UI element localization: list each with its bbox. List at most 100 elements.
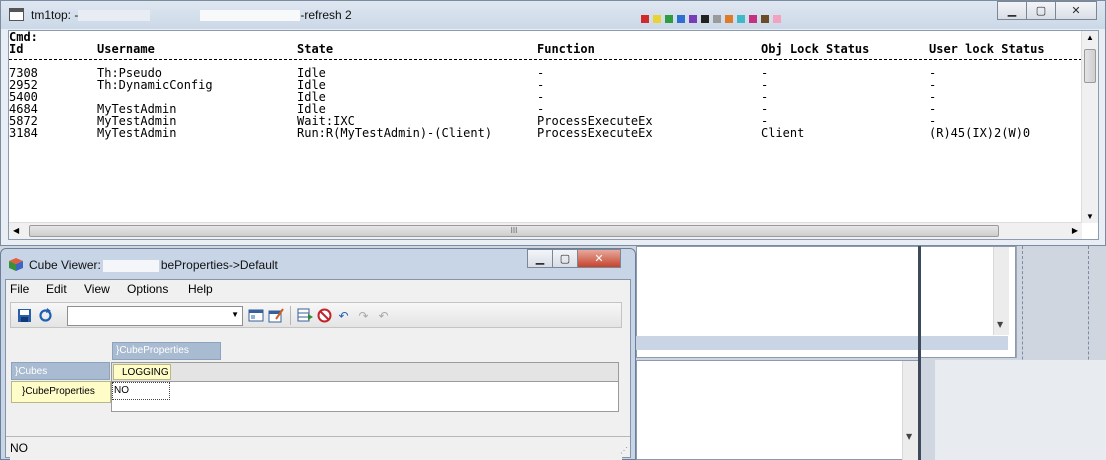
- subset-editor-button[interactable]: [267, 307, 284, 324]
- redo-icon: ↷: [358, 308, 369, 323]
- window-controls: ▁ ▢ ✕: [527, 249, 621, 268]
- maximize-button[interactable]: ▢: [552, 249, 578, 268]
- cell-user-lock: (R)45(IX)2(W)0: [929, 126, 1031, 140]
- minimize-icon: ▁: [535, 252, 545, 265]
- table-header: Id Username State Function Obj Lock Stat…: [9, 43, 1082, 55]
- vertical-scrollbar[interactable]: ▲ ▼: [1081, 31, 1098, 223]
- color-swatch: [689, 15, 697, 23]
- color-swatch: [737, 15, 745, 23]
- subset-edit-icon: [268, 308, 284, 323]
- background-divider: [918, 246, 921, 460]
- cell-state: Run:R(MyTestAdmin)-(Client): [297, 126, 493, 140]
- recalculate-button[interactable]: [37, 307, 54, 324]
- close-icon: ✕: [594, 252, 604, 265]
- scroll-thumb[interactable]: III: [29, 225, 999, 237]
- save-icon: [18, 309, 31, 322]
- background-scroll-arrow: ▼: [906, 432, 913, 441]
- menu-bar: File Edit View Options Help: [6, 280, 630, 299]
- menu-edit[interactable]: Edit: [46, 282, 67, 296]
- redo-all-icon: ↶: [378, 308, 389, 323]
- export-button[interactable]: [296, 307, 313, 324]
- window-title: tm1top: - -refresh 2: [31, 8, 352, 22]
- redo-all-button[interactable]: ↶: [375, 307, 392, 324]
- scroll-left-icon[interactable]: ◀: [13, 226, 19, 235]
- row-element-header[interactable]: }CubeProperties: [11, 381, 111, 403]
- maximize-icon: ▢: [559, 252, 571, 265]
- scroll-down-icon[interactable]: ▼: [1086, 212, 1094, 221]
- view-selector[interactable]: ▼: [67, 306, 243, 326]
- menu-file[interactable]: File: [10, 282, 29, 296]
- menu-help[interactable]: Help: [188, 282, 213, 296]
- data-cell[interactable]: NO: [112, 382, 170, 400]
- data-grid: NO: [111, 382, 619, 412]
- background-window-strip: [636, 336, 1008, 350]
- scroll-up-icon[interactable]: ▲: [1086, 33, 1094, 42]
- color-swatch: [773, 15, 781, 23]
- cell-obj-lock: Client: [761, 126, 805, 140]
- cell-id: 3184: [9, 126, 38, 140]
- toolbar: ▼ ↶ ↷ ↶: [10, 302, 622, 328]
- color-swatch: [701, 15, 709, 23]
- minimize-icon: ▁: [1007, 4, 1017, 17]
- cell-function: ProcessExecuteEx: [537, 126, 653, 140]
- export-grid-icon: [297, 308, 313, 322]
- color-swatch: [665, 15, 673, 23]
- cube-viewer-client: File Edit View Options Help ▼ ↶ ↷ ↶}Cub…: [5, 279, 631, 460]
- background-scroll-arrow: ▼: [997, 320, 1004, 329]
- cube-viewer-window: Cube Viewer: beProperties->Default ▁ ▢ ✕ …: [0, 248, 636, 460]
- background-scrollbar: [902, 361, 918, 460]
- titles-dimension-button[interactable]: }CubeProperties: [112, 342, 221, 360]
- color-swatch: [677, 15, 685, 23]
- chevron-down-icon: ▼: [231, 310, 239, 319]
- rows-dimension-button[interactable]: }Cubes: [11, 362, 110, 380]
- header-separator: [9, 59, 1082, 60]
- column-header-id: Id: [9, 42, 24, 56]
- column-header-username: Username: [97, 42, 155, 56]
- color-swatch: [749, 15, 757, 23]
- close-button[interactable]: ✕: [1055, 1, 1097, 20]
- refresh-icon: [39, 308, 52, 322]
- window-title: Cube Viewer: beProperties->Default: [29, 258, 278, 272]
- toolbar-separator: [290, 306, 291, 325]
- horizontal-scrollbar[interactable]: ◀ III ▶: [9, 222, 1082, 239]
- cell-username: Th:DynamicConfig: [97, 78, 213, 92]
- maximize-button[interactable]: ▢: [1026, 1, 1056, 20]
- undo-button[interactable]: ↶: [335, 307, 352, 324]
- window-controls: ▁ ▢ ✕: [997, 1, 1097, 20]
- table-row: 2952 Th:DynamicConfig Idle - - -: [9, 79, 1082, 91]
- console-output: Cmd: Id Username State Function Obj Lock…: [8, 30, 1099, 240]
- column-header-bar: LOGGING: [111, 362, 619, 382]
- cube-icon: [9, 258, 23, 271]
- background-divider: [1016, 246, 1017, 358]
- title-bar: tm1top: - -refresh 2 ▁ ▢ ✕: [1, 1, 1105, 29]
- background-window: [636, 360, 918, 460]
- close-button[interactable]: ✕: [577, 249, 621, 268]
- scroll-right-icon[interactable]: ▶: [1072, 226, 1078, 235]
- column-header-user-lock-status: User lock Status: [929, 42, 1045, 56]
- resize-grip-icon[interactable]: ⋰: [620, 446, 628, 455]
- column-element-header[interactable]: LOGGING: [113, 364, 171, 380]
- table-row: 3184 MyTestAdmin Run:R(MyTestAdmin)-(Cli…: [9, 127, 1082, 139]
- status-text: NO: [10, 441, 28, 455]
- status-bar: NO ⋰: [6, 436, 630, 457]
- column-header-function: Function: [537, 42, 595, 56]
- menu-view[interactable]: View: [84, 282, 110, 296]
- maximize-icon: ▢: [1035, 4, 1047, 17]
- minimize-button[interactable]: ▁: [997, 1, 1027, 20]
- color-swatch: [713, 15, 721, 23]
- title-bar: Cube Viewer: beProperties->Default ▁ ▢ ✕: [1, 249, 635, 279]
- console-window-icon: [9, 8, 24, 21]
- color-swatch: [653, 15, 661, 23]
- stop-button[interactable]: [316, 307, 333, 324]
- column-header-state: State: [297, 42, 334, 56]
- column-header-obj-lock-status: Obj Lock Status: [761, 42, 870, 56]
- undo-icon: ↶: [338, 308, 349, 323]
- menu-options[interactable]: Options: [127, 282, 168, 296]
- minimize-button[interactable]: ▁: [527, 249, 553, 268]
- cell-username: MyTestAdmin: [97, 126, 177, 140]
- redo-button[interactable]: ↷: [355, 307, 372, 324]
- color-swatch: [761, 15, 769, 23]
- scroll-thumb[interactable]: [1084, 49, 1096, 83]
- save-button[interactable]: [16, 307, 33, 324]
- save-view-button[interactable]: [247, 307, 264, 324]
